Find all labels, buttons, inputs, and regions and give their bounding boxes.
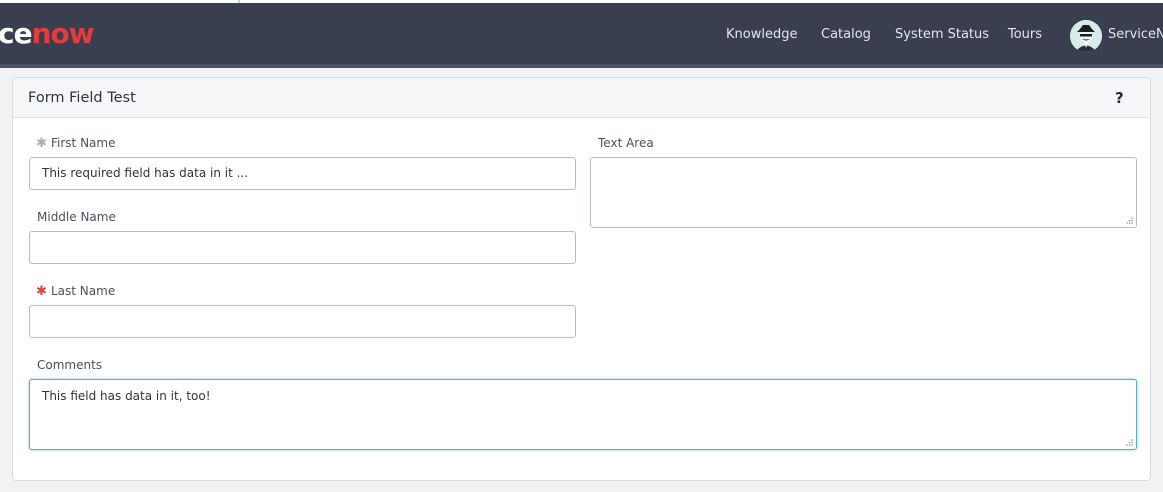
- text-area-input[interactable]: [590, 157, 1137, 228]
- comments-value: This field has data in it, too!: [42, 389, 211, 403]
- comments-input[interactable]: This field has data in it, too!: [29, 379, 1137, 450]
- navbar-shadow: [0, 64, 1163, 68]
- resize-grip-icon[interactable]: [1125, 216, 1133, 224]
- nav-system-status[interactable]: System Status: [895, 27, 989, 43]
- panel-heading: Form Field Test ?: [13, 78, 1150, 118]
- comments-label: Comments: [37, 358, 103, 372]
- first-name-input[interactable]: This required field has data in it ...: [29, 157, 576, 190]
- form-title: Form Field Test: [28, 90, 136, 106]
- last-name-label: ✱ Last Name: [36, 284, 115, 299]
- last-name-input[interactable]: [29, 305, 576, 338]
- logo-text-red: now: [31, 17, 95, 50]
- user-avatar-icon[interactable]: [1070, 20, 1102, 52]
- text-area-label: Text Area: [598, 136, 654, 150]
- required-filled-icon: ✱: [36, 136, 47, 151]
- navbar: cenow Knowledge Catalog System Status To…: [0, 3, 1163, 64]
- logo[interactable]: cenow: [0, 17, 95, 50]
- user-name[interactable]: ServiceNo: [1108, 27, 1163, 43]
- form-panel: Form Field Test ? ✱ First Name This requi…: [12, 77, 1151, 481]
- last-name-label-text: Last Name: [51, 284, 116, 298]
- required-missing-icon: ✱: [36, 284, 47, 299]
- logo-text-white: ce: [0, 17, 33, 50]
- first-name-label: ✱ First Name: [36, 136, 115, 151]
- nav-catalog[interactable]: Catalog: [821, 27, 871, 43]
- middle-name-label: Middle Name: [37, 210, 116, 224]
- resize-grip-icon[interactable]: [1125, 438, 1133, 446]
- middle-name-input[interactable]: [29, 231, 576, 264]
- nav-knowledge[interactable]: Knowledge: [726, 27, 797, 43]
- help-icon[interactable]: ?: [1115, 89, 1127, 107]
- first-name-label-text: First Name: [51, 136, 116, 150]
- nav-tours[interactable]: Tours: [1008, 27, 1042, 43]
